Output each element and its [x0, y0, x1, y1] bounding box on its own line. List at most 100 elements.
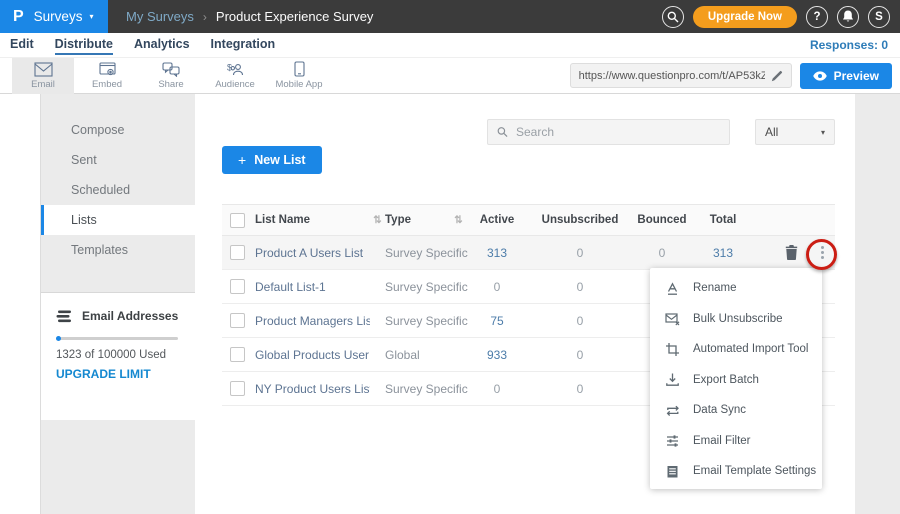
sidebar-item-sent[interactable]: Sent	[41, 145, 195, 175]
channel-tiles: Email Embed Share $ Audience Mobile App	[12, 58, 330, 94]
email-template-settings-icon	[665, 464, 680, 479]
menu-item-automated-import-tool[interactable]: Automated Import Tool	[650, 334, 822, 365]
menu-item-export-batch[interactable]: Export Batch	[650, 365, 822, 396]
column-type[interactable]: Type	[385, 214, 450, 226]
list-name-link[interactable]: Product A Users List	[255, 246, 370, 260]
tab-edit[interactable]: Edit	[10, 35, 34, 55]
avatar[interactable]: S	[868, 6, 890, 28]
active-count[interactable]: 75	[467, 314, 527, 328]
search-input[interactable]	[516, 125, 720, 139]
delete-list-button[interactable]	[785, 245, 798, 260]
data-sync-icon	[665, 403, 680, 418]
channel-audience-label: Audience	[215, 79, 255, 90]
list-filter-dropdown[interactable]: All ▾	[755, 119, 835, 145]
column-list-name[interactable]: List Name	[255, 214, 370, 226]
tab-analytics[interactable]: Analytics	[134, 35, 190, 55]
menu-item-bulk-unsubscribe[interactable]: Bulk Unsubscribe	[650, 304, 822, 335]
sidebar-item-scheduled[interactable]: Scheduled	[41, 175, 195, 205]
list-type: Global	[385, 348, 450, 362]
collapsed-left-strip	[0, 94, 41, 514]
list-type: Survey Specific	[385, 246, 450, 260]
menu-item-label: Export Batch	[693, 374, 759, 386]
active-count[interactable]: 313	[467, 246, 527, 260]
menu-item-data-sync[interactable]: Data Sync	[650, 395, 822, 426]
row-checkbox[interactable]	[230, 245, 245, 260]
search-button[interactable]	[662, 6, 684, 28]
list-name-link[interactable]: NY Product Users List	[255, 382, 370, 396]
unsubscribed-count: 0	[527, 348, 633, 362]
product-name: Surveys	[34, 9, 83, 24]
annotation-highlight-circle	[806, 239, 837, 270]
breadcrumb-separator: ›	[203, 10, 207, 24]
menu-item-label: Email Filter	[693, 435, 751, 447]
sidebar-item-compose[interactable]: Compose	[41, 115, 195, 145]
usage-text: 1323 of 100000 Used	[56, 349, 180, 361]
channel-email-label: Email	[31, 79, 55, 90]
help-button[interactable]: ?	[806, 6, 828, 28]
menu-item-label: Data Sync	[693, 404, 746, 416]
active-count[interactable]: 933	[467, 348, 527, 362]
email-filter-icon	[665, 433, 680, 448]
row-checkbox[interactable]	[230, 279, 245, 294]
top-header: P Surveys ▾ My Surveys › Product Experie…	[0, 0, 900, 33]
bell-icon	[842, 10, 854, 23]
notifications-button[interactable]	[837, 6, 859, 28]
breadcrumb-my-surveys[interactable]: My Surveys	[126, 9, 194, 24]
content-area: Compose Sent Scheduled Lists Templates E…	[0, 94, 900, 514]
list-stack-icon	[56, 310, 72, 323]
list-name-link[interactable]: Product Managers List	[255, 314, 370, 328]
menu-item-email-template-settings[interactable]: Email Template Settings	[650, 456, 822, 487]
tab-distribute[interactable]: Distribute	[55, 35, 113, 55]
menu-item-label: Rename	[693, 282, 736, 294]
total-count[interactable]: 313	[691, 246, 755, 260]
sort-list-name-icon[interactable]: ⇅	[370, 215, 385, 226]
sort-type-icon[interactable]: ⇅	[450, 215, 467, 226]
list-search-box	[487, 119, 730, 145]
questionpro-logo-icon: P	[13, 8, 24, 26]
email-addresses-title: Email Addresses	[82, 309, 178, 323]
sidebar-item-templates[interactable]: Templates	[41, 235, 195, 265]
plus-icon: +	[238, 152, 246, 168]
channel-share-label: Share	[158, 79, 183, 90]
bulk-unsubscribe-icon	[665, 311, 680, 326]
header-actions: Upgrade Now ? S	[662, 6, 890, 28]
sidebar-item-lists[interactable]: Lists	[41, 205, 195, 235]
row-checkbox[interactable]	[230, 313, 245, 328]
channel-embed[interactable]: Embed	[76, 58, 138, 94]
row-checkbox[interactable]	[230, 347, 245, 362]
trash-icon	[785, 245, 798, 260]
sidebar-items: Compose Sent Scheduled Lists Templates	[41, 94, 195, 265]
unsubscribed-count: 0	[527, 246, 633, 260]
list-name-link[interactable]: Default List-1	[255, 280, 370, 294]
edit-url-icon[interactable]	[771, 70, 783, 82]
list-name-link[interactable]: Global Products User	[255, 348, 370, 362]
email-addresses-header: Email Addresses	[56, 309, 180, 323]
table-header-row: List Name ⇅ Type ⇅ Active Unsubscribed B…	[222, 204, 835, 236]
unsubscribed-count: 0	[527, 314, 633, 328]
product-switcher[interactable]: P Surveys ▾	[0, 0, 108, 33]
channel-mobile-app[interactable]: Mobile App	[268, 58, 330, 94]
menu-item-rename[interactable]: Rename	[650, 273, 822, 304]
survey-url-input[interactable]	[579, 70, 765, 82]
menu-item-email-filter[interactable]: Email Filter	[650, 426, 822, 457]
list-type: Survey Specific	[385, 382, 450, 396]
channel-audience[interactable]: $ Audience	[204, 58, 266, 94]
channel-mobile-app-label: Mobile App	[275, 79, 322, 90]
table-row: Product A Users List Survey Specific 313…	[222, 236, 835, 270]
export-batch-icon	[665, 372, 680, 387]
preview-button[interactable]: Preview	[800, 63, 892, 89]
menu-item-label: Automated Import Tool	[693, 343, 809, 355]
tab-integration[interactable]: Integration	[211, 35, 276, 55]
new-list-button[interactable]: + New List	[222, 146, 322, 174]
upgrade-limit-link[interactable]: UPGRADE LIMIT	[56, 367, 180, 381]
row-checkbox[interactable]	[230, 381, 245, 396]
responses-count-link[interactable]: Responses: 0	[810, 38, 888, 52]
channel-share[interactable]: Share	[140, 58, 202, 94]
survey-link-area: Preview	[570, 63, 892, 89]
select-all-checkbox[interactable]	[230, 213, 245, 228]
channel-email[interactable]: Email	[12, 58, 74, 94]
list-filter-value: All	[765, 125, 821, 139]
page-title: Product Experience Survey	[216, 9, 374, 24]
upgrade-now-button[interactable]: Upgrade Now	[693, 6, 797, 28]
audience-icon: $	[226, 62, 245, 77]
